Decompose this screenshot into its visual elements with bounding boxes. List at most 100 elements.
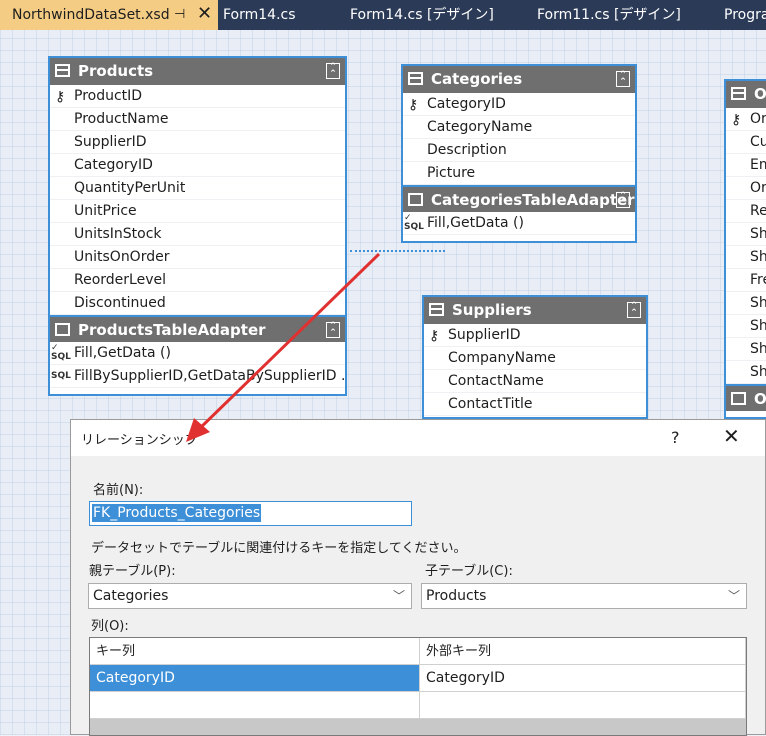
tab-northwinddataset[interactable]: NorthwindDataSet.xsd ⊣ ✕ xyxy=(0,0,218,30)
table-row[interactable]: CategoryID CategoryID xyxy=(90,665,746,692)
column-row[interactable]: CategoryID xyxy=(50,154,345,177)
column-row[interactable]: ⚷ CategoryID xyxy=(403,93,635,116)
pin-icon[interactable]: ⊣ xyxy=(174,0,185,30)
method-row[interactable]: SQL FillBySupplierID,GetDataBySupplierID … xyxy=(50,365,345,388)
categories-adapter-header[interactable]: CategoriesTableAdapter ⌃ ⌃ xyxy=(403,185,635,212)
column-row[interactable]: Sh xyxy=(726,361,766,384)
dialog-title: リレーションシップ xyxy=(81,433,198,448)
column-name: Fre xyxy=(750,272,766,288)
orders-adapter-header[interactable]: O xyxy=(726,384,766,411)
document-tab-bar: NorthwindDataSet.xsd ⊣ ✕ Form14.cs Form1… xyxy=(0,0,766,30)
column-row[interactable]: Sh xyxy=(726,338,766,361)
column-row[interactable]: Re xyxy=(726,200,766,223)
adapter-title: O xyxy=(754,390,766,408)
column-row[interactable]: Picture xyxy=(403,162,635,185)
tab-form14-design[interactable]: Form14.cs [デザイン] xyxy=(350,0,494,30)
method-row[interactable]: ✓ SQL Fill,GetData () xyxy=(50,342,345,365)
dialog-title-bar[interactable]: リレーションシップ ? ✕ xyxy=(71,420,765,456)
key-column-cell[interactable] xyxy=(90,692,420,719)
column-name: Description xyxy=(427,142,507,158)
close-icon[interactable]: ✕ xyxy=(197,0,212,29)
key-column-header[interactable]: キー列 xyxy=(90,638,420,665)
column-row[interactable]: CategoryName xyxy=(403,116,635,139)
column-row[interactable]: ⚷ ProductID xyxy=(50,85,345,108)
table-icon xyxy=(429,303,444,316)
collapse-icon[interactable]: ⌃ ⌃ xyxy=(616,192,630,208)
tab-form11-design[interactable]: Form11.cs [デザイン] xyxy=(537,0,681,30)
column-row[interactable]: ProductName xyxy=(50,108,345,131)
products-table[interactable]: Products ⌃ ⌃ ⚷ ProductID ProductName Suppl… xyxy=(48,56,347,396)
table-row[interactable] xyxy=(90,692,746,719)
adapter-icon xyxy=(55,323,70,336)
column-row[interactable]: UnitPrice xyxy=(50,200,345,223)
sql-icon: ✓ SQL xyxy=(404,213,424,232)
tab-form14-cs[interactable]: Form14.cs xyxy=(223,0,296,30)
column-row[interactable]: Cu xyxy=(726,131,766,154)
child-table-select[interactable]: Products ﹀ xyxy=(421,583,747,609)
column-row[interactable]: Sh xyxy=(726,223,766,246)
column-row[interactable]: ContactTitle xyxy=(424,393,646,416)
collapse-icon[interactable]: ⌃ ⌃ xyxy=(616,71,630,87)
adapter-icon xyxy=(731,392,746,405)
column-row[interactable]: Description xyxy=(403,139,635,162)
column-row[interactable]: Discontinued xyxy=(50,292,345,315)
column-row[interactable]: ⚷ SupplierID xyxy=(424,324,646,347)
orders-table[interactable]: O ⚷Or Cu Em Or Re Sh Sh Fre Sh Sh Sh Sh … xyxy=(724,79,766,419)
column-row[interactable]: UnitsOnOrder xyxy=(50,246,345,269)
adapter-title: CategoriesTableAdapter xyxy=(431,191,635,209)
key-icon: ⚷ xyxy=(731,112,742,128)
column-name: CategoryID xyxy=(74,157,153,173)
method-row[interactable]: ✓ SQL Fill,GetData () xyxy=(403,212,635,235)
categories-table-header[interactable]: Categories ⌃ ⌃ xyxy=(403,66,635,93)
tab-label: Progra xyxy=(724,7,766,23)
products-table-header[interactable]: Products ⌃ ⌃ xyxy=(50,58,345,85)
relationship-dialog: リレーションシップ ? ✕ 名前(N): FK_Products_Categor… xyxy=(70,419,766,736)
column-row[interactable]: Sh xyxy=(726,246,766,269)
column-row[interactable]: ReorderLevel xyxy=(50,269,345,292)
foreign-key-column-cell[interactable]: CategoryID xyxy=(420,665,746,692)
parent-table-select[interactable]: Categories ﹀ xyxy=(88,583,412,609)
tab-label: NorthwindDataSet.xsd xyxy=(12,7,170,23)
table-icon xyxy=(731,87,746,100)
column-row[interactable]: ⚷ Or xyxy=(726,108,766,131)
column-name: CompanyName xyxy=(448,350,556,366)
suppliers-table[interactable]: Suppliers ⌃ ⌃ ⚷ SupplierID CompanyName Con… xyxy=(422,295,648,419)
categories-table[interactable]: Categories ⌃ ⌃ ⚷ CategoryID CategoryName D… xyxy=(401,64,637,243)
key-column-cell[interactable]: CategoryID xyxy=(90,665,420,692)
products-adapter-header[interactable]: ProductsTableAdapter ⌃ ⌃ xyxy=(50,315,345,342)
column-row[interactable]: Or xyxy=(726,177,766,200)
column-row[interactable]: CompanyName xyxy=(424,347,646,370)
column-row[interactable]: Em xyxy=(726,154,766,177)
collapse-icon[interactable]: ⌃ ⌃ xyxy=(326,322,340,338)
column-row[interactable]: Fre xyxy=(726,269,766,292)
column-row[interactable]: QuantityPerUnit xyxy=(50,177,345,200)
collapse-icon[interactable]: ⌃ ⌃ xyxy=(326,63,340,79)
column-row[interactable]: Sh xyxy=(726,292,766,315)
relation-line[interactable] xyxy=(350,250,445,253)
table-icon xyxy=(55,64,70,77)
key-icon: ⚷ xyxy=(429,328,440,344)
parent-table-value: Categories xyxy=(93,588,169,604)
adapter-icon xyxy=(408,193,423,206)
column-row[interactable]: Sh xyxy=(726,315,766,338)
column-row[interactable]: UnitsInStock xyxy=(50,223,345,246)
suppliers-table-header[interactable]: Suppliers ⌃ ⌃ xyxy=(424,297,646,324)
column-row[interactable]: SupplierID xyxy=(50,131,345,154)
help-icon[interactable]: ? xyxy=(671,428,680,447)
orders-table-header[interactable]: O xyxy=(726,81,766,108)
foreign-key-column-header[interactable]: 外部キー列 xyxy=(420,638,746,665)
column-name: Sh xyxy=(750,249,766,265)
close-icon[interactable]: ✕ xyxy=(723,424,740,448)
relation-name-input[interactable]: FK_Products_Categories xyxy=(89,501,412,526)
column-name: QuantityPerUnit xyxy=(74,180,186,196)
column-row[interactable]: ContactName xyxy=(424,370,646,393)
columns-label: 列(O): xyxy=(91,619,129,634)
collapse-icon[interactable]: ⌃ ⌃ xyxy=(627,302,641,318)
tab-program[interactable]: Progra xyxy=(724,0,766,30)
column-name: Or xyxy=(750,111,766,127)
name-label: 名前(N): xyxy=(93,483,144,498)
chevron-down-icon: ﹀ xyxy=(727,589,740,603)
foreign-key-column-cell[interactable] xyxy=(420,692,746,719)
column-name: Sh xyxy=(750,318,766,334)
column-name: ReorderLevel xyxy=(74,272,166,288)
